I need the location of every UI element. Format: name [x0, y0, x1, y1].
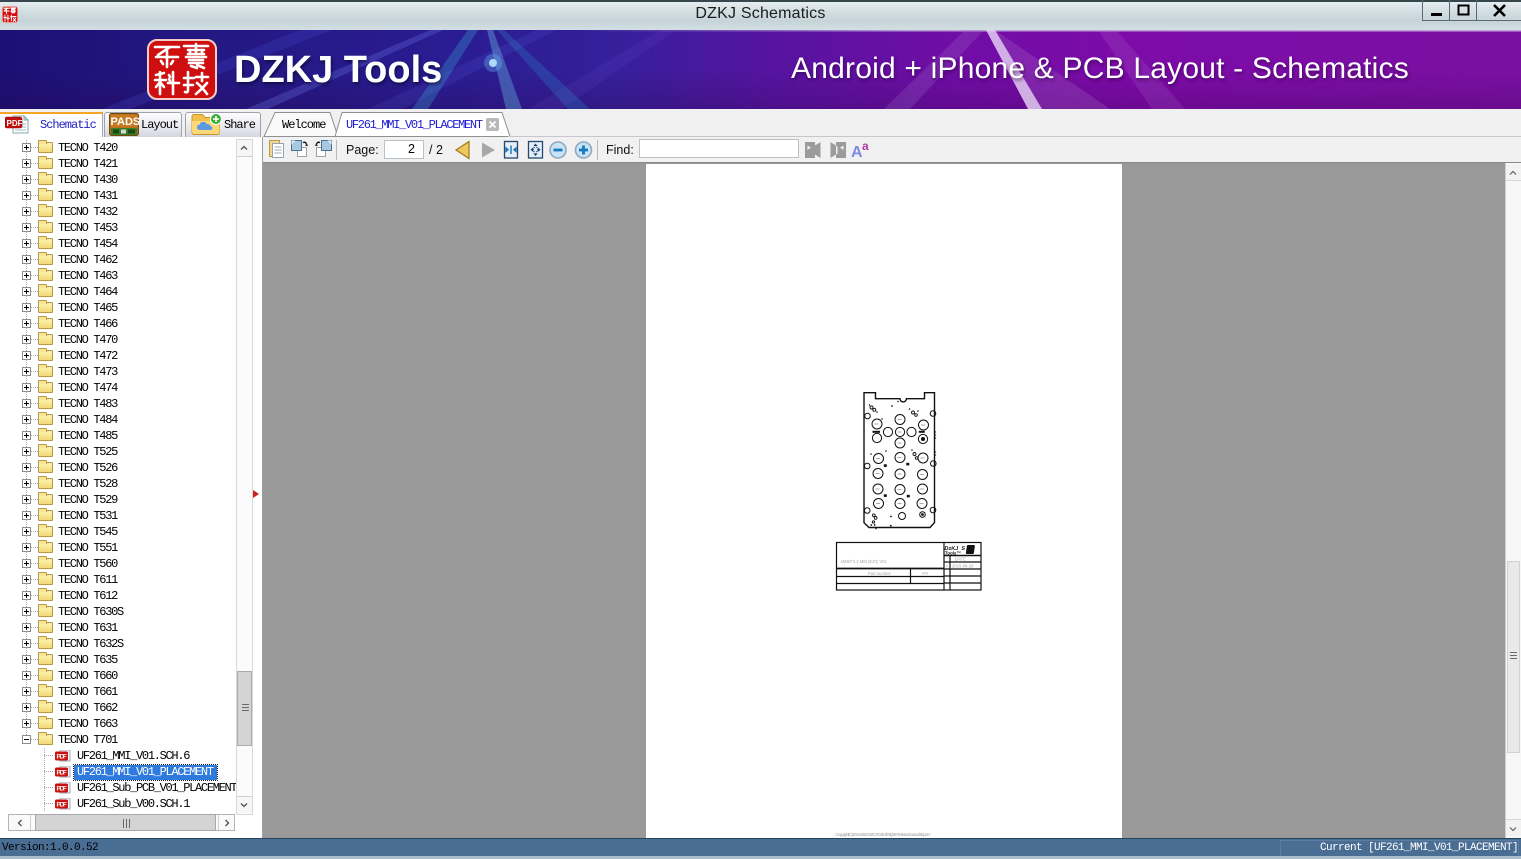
svg-text:Copyright(C)2014-2016 DZKJ Too: Copyright(C)2014-2016 DZKJ Tools All Rig…: [836, 832, 932, 837]
svg-text:PDF: PDF: [57, 786, 67, 793]
svg-text:xxx: xxx: [922, 571, 929, 576]
svg-text:2015-09-28: 2015-09-28: [952, 564, 974, 569]
svg-text:PADS: PADS: [111, 116, 140, 128]
svg-text:PDF: PDF: [57, 754, 67, 761]
svg-text:a: a: [862, 139, 869, 153]
svg-text:PDF: PDF: [57, 770, 67, 777]
svg-text:PDF: PDF: [7, 119, 23, 128]
svg-text:DATE: DATE: [955, 557, 966, 562]
svg-text:Tools™: Tools™: [945, 551, 962, 556]
svg-text:MMI/F3.2 MM (E20) V01: MMI/F3.2 MM (E20) V01: [841, 559, 888, 564]
svg-text:A: A: [946, 564, 949, 569]
svg-text:Part number: Part number: [868, 571, 892, 576]
svg-text:PDF: PDF: [57, 802, 67, 809]
